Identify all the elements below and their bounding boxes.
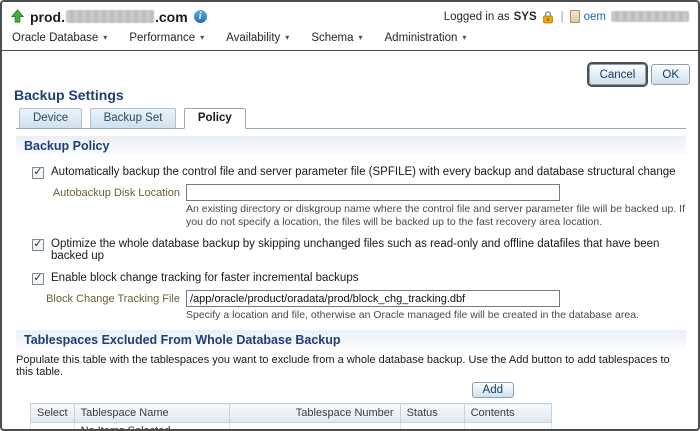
add-button[interactable]: Add bbox=[472, 382, 514, 398]
autobackup-checkbox[interactable] bbox=[32, 167, 44, 179]
tab-backup-set[interactable]: Backup Set bbox=[90, 108, 177, 129]
optimize-checkbox-label: Optimize the whole database backup by sk… bbox=[51, 238, 684, 262]
top-header: prod. .com i Logged in as SYS | oem Ora bbox=[2, 2, 698, 51]
redacted-target-name bbox=[66, 10, 154, 23]
menu-administration[interactable]: Administration ▾ bbox=[385, 32, 467, 44]
host-icon bbox=[570, 10, 580, 23]
disk-location-row: Autobackup Disk Location bbox=[32, 184, 698, 201]
disk-location-label: Autobackup Disk Location bbox=[32, 187, 180, 199]
menu-bar: Oracle Database ▾ Performance ▾ Availabi… bbox=[10, 27, 690, 47]
menu-label: Performance bbox=[129, 32, 195, 44]
table-header-row: Select Tablespace Name Tablespace Number… bbox=[31, 404, 552, 423]
logged-in-as-label: Logged in as bbox=[444, 11, 510, 23]
chevron-down-icon: ▾ bbox=[462, 34, 466, 42]
chevron-down-icon: ▾ bbox=[285, 34, 289, 42]
empty-cell bbox=[400, 423, 464, 431]
menu-oracle-database[interactable]: Oracle Database ▾ bbox=[12, 32, 107, 44]
tracking-file-label: Block Change Tracking File bbox=[32, 293, 180, 305]
host-link[interactable]: oem bbox=[584, 11, 606, 23]
backup-settings-window: prod. .com i Logged in as SYS | oem Ora bbox=[0, 0, 700, 431]
target-row: prod. .com i Logged in as SYS | oem bbox=[10, 6, 690, 27]
col-tablespace-name: Tablespace Name bbox=[74, 404, 229, 423]
empty-cell bbox=[31, 423, 75, 431]
no-items-cell: No Items Selected bbox=[74, 423, 229, 431]
cancel-button[interactable]: Cancel bbox=[589, 64, 647, 85]
tab-bar: Device Backup Set Policy bbox=[16, 107, 686, 129]
block-change-checkbox-label: Enable block change tracking for faster … bbox=[51, 272, 358, 284]
redacted-host-name bbox=[611, 11, 689, 22]
backup-policy-section-header: Backup Policy bbox=[16, 136, 686, 157]
table-empty-row: No Items Selected bbox=[31, 423, 552, 431]
menu-label: Availability bbox=[226, 32, 280, 44]
disk-location-hint: An existing directory or diskgroup name … bbox=[186, 203, 691, 229]
tab-device[interactable]: Device bbox=[19, 108, 82, 129]
target-name-prefix: prod. bbox=[30, 9, 65, 25]
chevron-down-icon: ▾ bbox=[359, 34, 363, 42]
chevron-down-icon: ▾ bbox=[200, 34, 204, 42]
col-contents: Contents bbox=[464, 404, 551, 423]
ok-button[interactable]: OK bbox=[651, 64, 690, 85]
login-info: Logged in as SYS | oem bbox=[444, 10, 690, 24]
block-change-row: Enable block change tracking for faster … bbox=[32, 272, 684, 285]
block-change-checkbox[interactable] bbox=[32, 273, 44, 285]
menu-label: Oracle Database bbox=[12, 32, 98, 44]
info-icon[interactable]: i bbox=[194, 10, 207, 23]
separator: | bbox=[559, 11, 566, 23]
lock-icon bbox=[541, 10, 555, 24]
tracking-file-row: Block Change Tracking File bbox=[32, 290, 698, 307]
tab-policy[interactable]: Policy bbox=[184, 108, 246, 129]
optimize-row: Optimize the whole database backup by sk… bbox=[32, 238, 684, 262]
col-status: Status bbox=[400, 404, 464, 423]
tablespaces-description: Populate this table with the tablespaces… bbox=[16, 354, 686, 378]
menu-availability[interactable]: Availability ▾ bbox=[226, 32, 289, 44]
tablespaces-table: Select Tablespace Name Tablespace Number… bbox=[30, 403, 552, 431]
tablespaces-section-header: Tablespaces Excluded From Whole Database… bbox=[16, 330, 686, 351]
status-up-arrow-icon bbox=[10, 9, 25, 24]
autobackup-row: Automatically backup the control file an… bbox=[32, 166, 684, 179]
optimize-checkbox[interactable] bbox=[32, 239, 44, 251]
tracking-file-hint: Specify a location and file, otherwise a… bbox=[186, 309, 691, 322]
add-button-row: Add bbox=[30, 380, 547, 401]
autobackup-checkbox-label: Automatically backup the control file an… bbox=[51, 166, 676, 178]
menu-schema[interactable]: Schema ▾ bbox=[311, 32, 362, 44]
target-name-suffix: .com bbox=[155, 9, 188, 25]
empty-cell bbox=[464, 423, 551, 431]
menu-performance[interactable]: Performance ▾ bbox=[129, 32, 204, 44]
logged-in-user: SYS bbox=[514, 11, 537, 23]
menu-label: Administration bbox=[385, 32, 458, 44]
chevron-down-icon: ▾ bbox=[103, 34, 107, 42]
menu-label: Schema bbox=[311, 32, 353, 44]
col-tablespace-number: Tablespace Number bbox=[229, 404, 400, 423]
tracking-file-input[interactable] bbox=[186, 290, 560, 307]
action-button-row: Cancel OK bbox=[2, 64, 690, 85]
empty-cell bbox=[229, 423, 400, 431]
disk-location-input[interactable] bbox=[186, 184, 560, 201]
page-title: Backup Settings bbox=[14, 87, 698, 103]
col-select: Select bbox=[31, 404, 75, 423]
